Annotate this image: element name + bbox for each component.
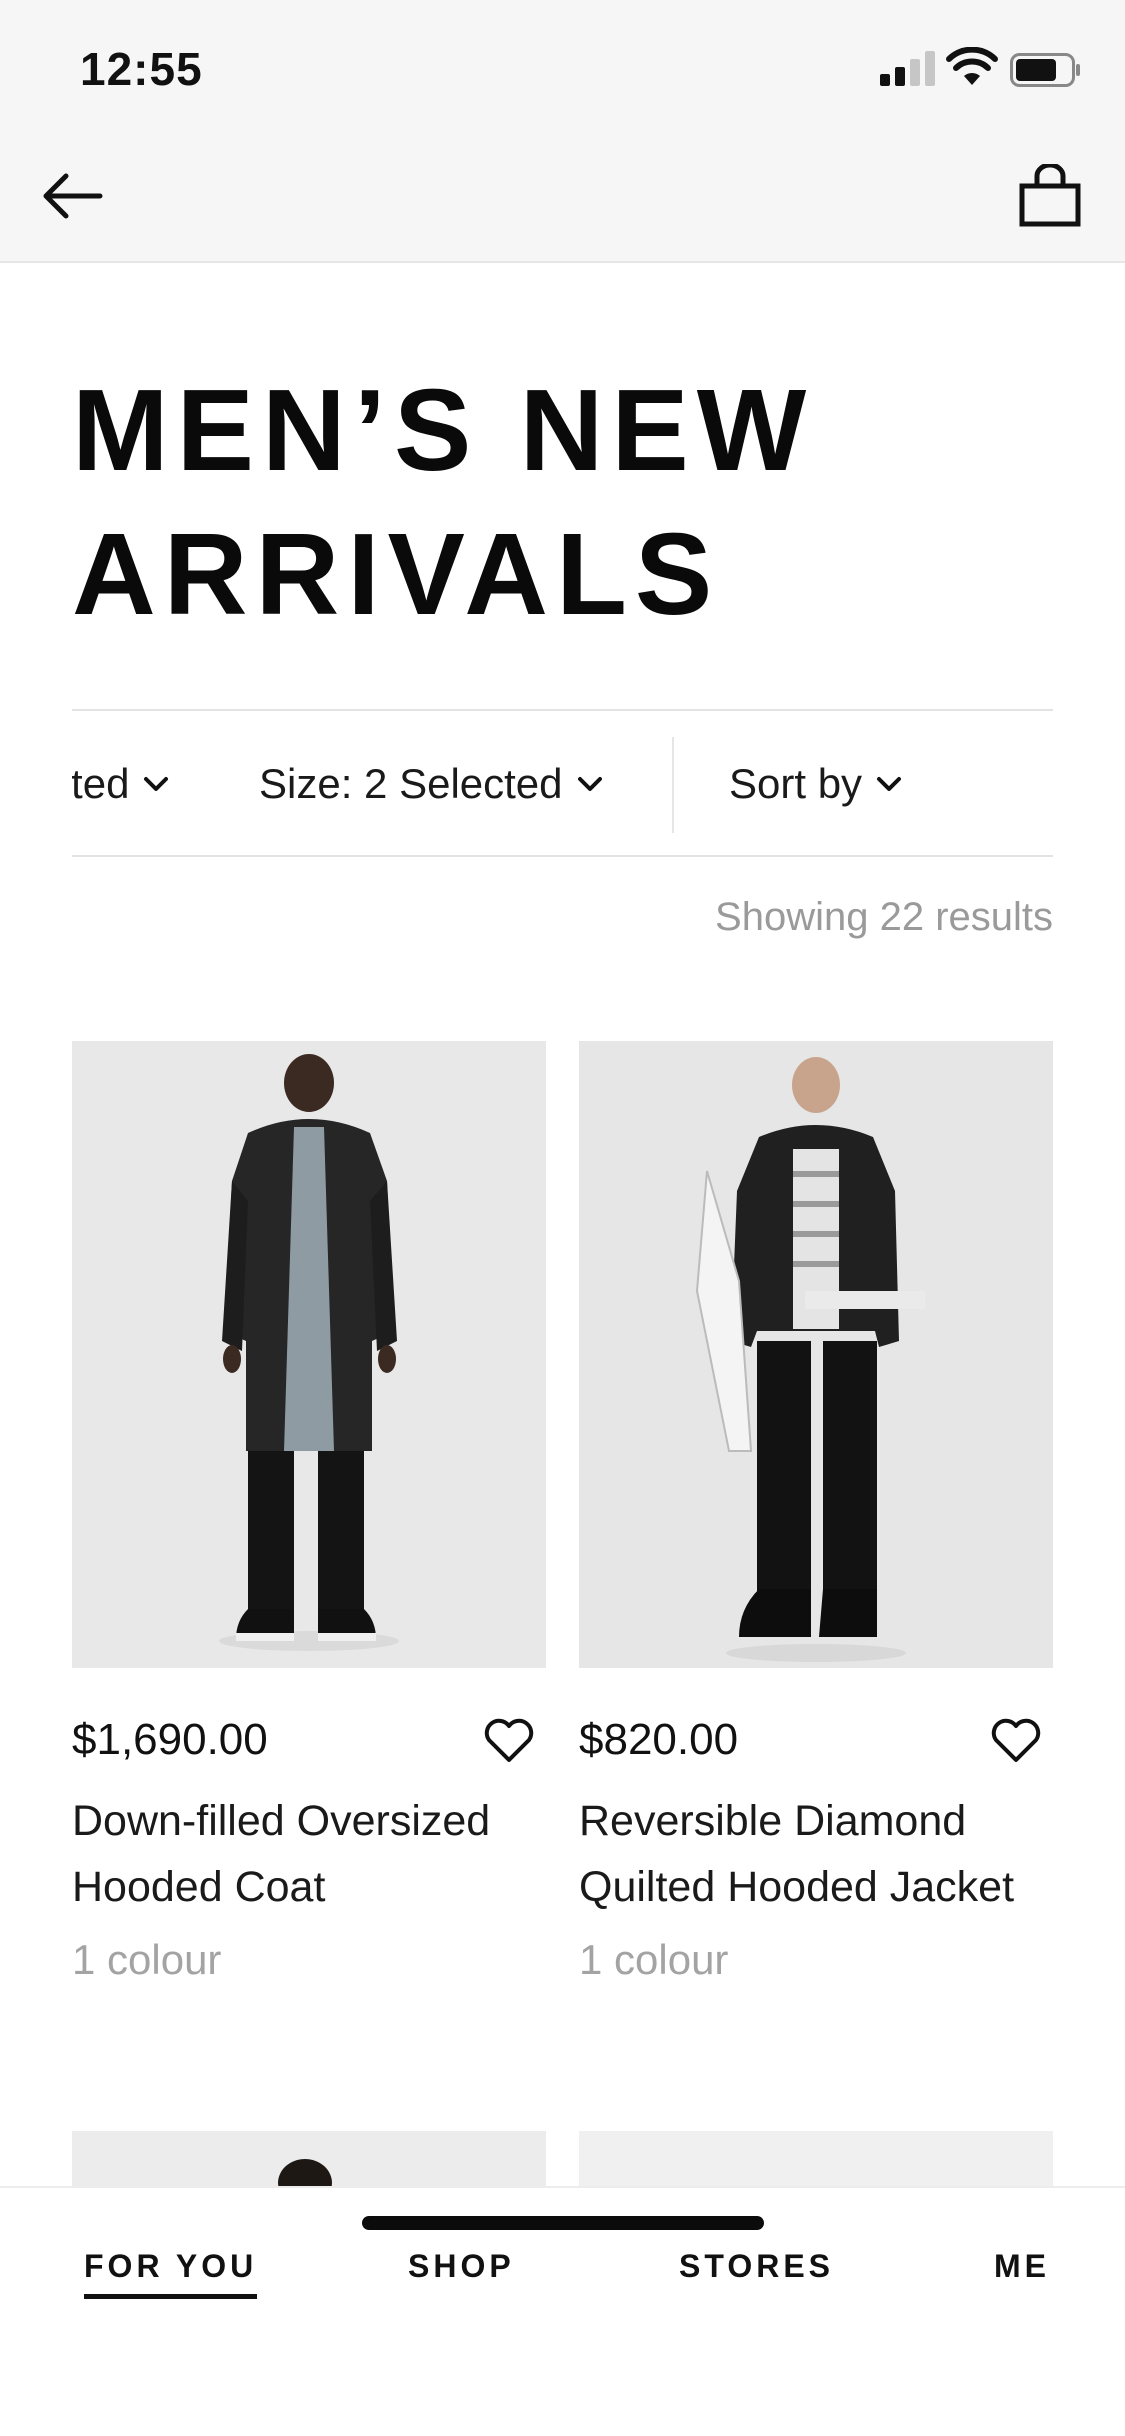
product-image-partial[interactable] <box>72 2131 546 2191</box>
product-card[interactable]: $1,690.00 Down-filled Oversized Hooded C… <box>72 1041 546 1990</box>
tab-shop[interactable]: SHOP <box>408 2248 515 2285</box>
home-indicator <box>362 2216 764 2230</box>
shopping-bag-icon <box>1019 164 1081 227</box>
product-price: $1,690.00 <box>72 1715 268 1764</box>
product-name[interactable]: Reversible Diamond Quilted Hooded Jacket <box>579 1788 1019 1920</box>
shopping-bag-button[interactable] <box>1014 160 1086 232</box>
product-image-partial[interactable] <box>579 2131 1053 2191</box>
product-card[interactable]: $820.00 Reversible Diamond Quilted Hoode… <box>579 1041 1053 1990</box>
wifi-icon <box>946 47 998 85</box>
favourite-button[interactable] <box>987 1712 1045 1770</box>
colour-count: 1 colour <box>72 1936 222 1983</box>
chevron-down-icon <box>876 776 902 792</box>
product-image[interactable] <box>579 1041 1053 1668</box>
colour-count: 1 colour <box>579 1936 729 1983</box>
top-bar: 12:55 <box>0 0 1125 263</box>
filter-colour-dropdown[interactable]: elected <box>72 711 169 855</box>
filter-size-dropdown[interactable]: Size: 2 Selected <box>259 711 603 855</box>
tab-for-you[interactable]: FOR YOU <box>84 2248 258 2299</box>
sort-label: Sort by <box>729 760 863 807</box>
price-row: $1,690.00 <box>72 1710 546 1770</box>
page-title: MEN’S NEW ARRIVALS <box>72 365 815 639</box>
product-price: $820.00 <box>579 1715 739 1764</box>
sort-by-dropdown[interactable]: Sort by <box>729 711 902 855</box>
status-time: 12:55 <box>80 43 203 95</box>
favourite-button[interactable] <box>480 1712 538 1770</box>
results-count: Showing 22 results <box>715 895 1053 939</box>
chevron-down-icon <box>143 776 169 792</box>
cellular-signal-icon <box>880 50 936 86</box>
filter-divider <box>672 737 674 833</box>
filter-label: Size: 2 Selected <box>259 760 563 807</box>
product-name[interactable]: Down-filled Oversized Hooded Coat <box>72 1788 512 1920</box>
arrow-left-icon <box>43 173 103 219</box>
chevron-down-icon <box>577 776 603 792</box>
heart-outline-icon <box>991 1718 1041 1762</box>
product-image[interactable] <box>72 1041 546 1668</box>
back-button[interactable] <box>36 160 108 232</box>
filter-label: elected <box>72 760 130 807</box>
tab-stores[interactable]: STORES <box>679 2248 834 2285</box>
filter-bar: elected Size: 2 Selected Sort by <box>72 709 1053 857</box>
price-row: $820.00 <box>579 1710 1053 1770</box>
battery-icon <box>1010 53 1080 87</box>
heart-outline-icon <box>484 1718 534 1762</box>
tab-me[interactable]: ME <box>994 2248 1050 2285</box>
